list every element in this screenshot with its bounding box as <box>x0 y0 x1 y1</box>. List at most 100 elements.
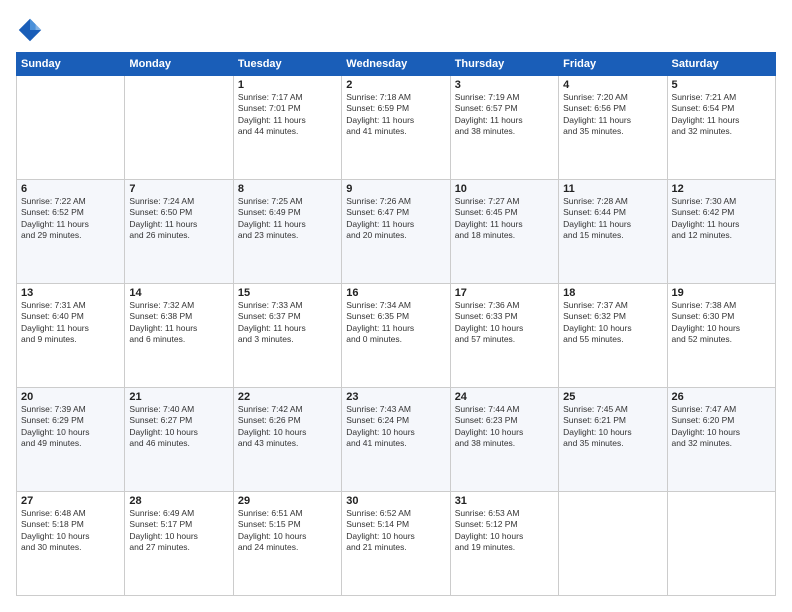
day-number: 28 <box>129 495 228 507</box>
calendar-cell: 26Sunrise: 7:47 AM Sunset: 6:20 PM Dayli… <box>667 388 775 492</box>
day-info: Sunrise: 7:28 AM Sunset: 6:44 PM Dayligh… <box>563 196 662 242</box>
week-row-4: 27Sunrise: 6:48 AM Sunset: 5:18 PM Dayli… <box>17 492 776 596</box>
day-number: 23 <box>346 391 445 403</box>
calendar-cell: 14Sunrise: 7:32 AM Sunset: 6:38 PM Dayli… <box>125 284 233 388</box>
calendar-cell: 15Sunrise: 7:33 AM Sunset: 6:37 PM Dayli… <box>233 284 341 388</box>
day-info: Sunrise: 7:43 AM Sunset: 6:24 PM Dayligh… <box>346 404 445 450</box>
calendar-cell: 20Sunrise: 7:39 AM Sunset: 6:29 PM Dayli… <box>17 388 125 492</box>
header <box>16 16 776 44</box>
day-number: 13 <box>21 287 120 299</box>
calendar-cell: 23Sunrise: 7:43 AM Sunset: 6:24 PM Dayli… <box>342 388 450 492</box>
day-info: Sunrise: 7:19 AM Sunset: 6:57 PM Dayligh… <box>455 92 554 138</box>
day-number: 26 <box>672 391 771 403</box>
day-number: 11 <box>563 183 662 195</box>
calendar-cell: 29Sunrise: 6:51 AM Sunset: 5:15 PM Dayli… <box>233 492 341 596</box>
day-info: Sunrise: 7:39 AM Sunset: 6:29 PM Dayligh… <box>21 404 120 450</box>
day-info: Sunrise: 7:25 AM Sunset: 6:49 PM Dayligh… <box>238 196 337 242</box>
day-info: Sunrise: 7:36 AM Sunset: 6:33 PM Dayligh… <box>455 300 554 346</box>
calendar-cell: 3Sunrise: 7:19 AM Sunset: 6:57 PM Daylig… <box>450 76 558 180</box>
calendar-cell: 19Sunrise: 7:38 AM Sunset: 6:30 PM Dayli… <box>667 284 775 388</box>
calendar-cell: 9Sunrise: 7:26 AM Sunset: 6:47 PM Daylig… <box>342 180 450 284</box>
week-row-3: 20Sunrise: 7:39 AM Sunset: 6:29 PM Dayli… <box>17 388 776 492</box>
day-info: Sunrise: 6:49 AM Sunset: 5:17 PM Dayligh… <box>129 508 228 554</box>
day-info: Sunrise: 7:47 AM Sunset: 6:20 PM Dayligh… <box>672 404 771 450</box>
day-number: 7 <box>129 183 228 195</box>
day-info: Sunrise: 7:40 AM Sunset: 6:27 PM Dayligh… <box>129 404 228 450</box>
weekday-header-tuesday: Tuesday <box>233 53 341 76</box>
day-info: Sunrise: 7:26 AM Sunset: 6:47 PM Dayligh… <box>346 196 445 242</box>
calendar-cell: 10Sunrise: 7:27 AM Sunset: 6:45 PM Dayli… <box>450 180 558 284</box>
day-number: 18 <box>563 287 662 299</box>
calendar-cell: 5Sunrise: 7:21 AM Sunset: 6:54 PM Daylig… <box>667 76 775 180</box>
calendar-cell: 6Sunrise: 7:22 AM Sunset: 6:52 PM Daylig… <box>17 180 125 284</box>
day-info: Sunrise: 7:17 AM Sunset: 7:01 PM Dayligh… <box>238 92 337 138</box>
week-row-2: 13Sunrise: 7:31 AM Sunset: 6:40 PM Dayli… <box>17 284 776 388</box>
week-row-0: 1Sunrise: 7:17 AM Sunset: 7:01 PM Daylig… <box>17 76 776 180</box>
day-info: Sunrise: 6:52 AM Sunset: 5:14 PM Dayligh… <box>346 508 445 554</box>
weekday-header-saturday: Saturday <box>667 53 775 76</box>
calendar-cell: 7Sunrise: 7:24 AM Sunset: 6:50 PM Daylig… <box>125 180 233 284</box>
calendar-cell: 30Sunrise: 6:52 AM Sunset: 5:14 PM Dayli… <box>342 492 450 596</box>
calendar-cell: 12Sunrise: 7:30 AM Sunset: 6:42 PM Dayli… <box>667 180 775 284</box>
calendar-cell: 18Sunrise: 7:37 AM Sunset: 6:32 PM Dayli… <box>559 284 667 388</box>
day-info: Sunrise: 7:44 AM Sunset: 6:23 PM Dayligh… <box>455 404 554 450</box>
day-number: 20 <box>21 391 120 403</box>
calendar-cell: 8Sunrise: 7:25 AM Sunset: 6:49 PM Daylig… <box>233 180 341 284</box>
calendar-cell: 11Sunrise: 7:28 AM Sunset: 6:44 PM Dayli… <box>559 180 667 284</box>
weekday-header-friday: Friday <box>559 53 667 76</box>
calendar-cell <box>17 76 125 180</box>
calendar-cell: 4Sunrise: 7:20 AM Sunset: 6:56 PM Daylig… <box>559 76 667 180</box>
day-number: 29 <box>238 495 337 507</box>
day-info: Sunrise: 7:38 AM Sunset: 6:30 PM Dayligh… <box>672 300 771 346</box>
calendar-cell <box>559 492 667 596</box>
calendar-cell <box>667 492 775 596</box>
calendar-cell: 13Sunrise: 7:31 AM Sunset: 6:40 PM Dayli… <box>17 284 125 388</box>
day-info: Sunrise: 7:30 AM Sunset: 6:42 PM Dayligh… <box>672 196 771 242</box>
day-number: 8 <box>238 183 337 195</box>
day-info: Sunrise: 7:21 AM Sunset: 6:54 PM Dayligh… <box>672 92 771 138</box>
day-number: 9 <box>346 183 445 195</box>
week-row-1: 6Sunrise: 7:22 AM Sunset: 6:52 PM Daylig… <box>17 180 776 284</box>
day-info: Sunrise: 7:34 AM Sunset: 6:35 PM Dayligh… <box>346 300 445 346</box>
day-info: Sunrise: 6:51 AM Sunset: 5:15 PM Dayligh… <box>238 508 337 554</box>
day-number: 21 <box>129 391 228 403</box>
day-number: 6 <box>21 183 120 195</box>
day-number: 12 <box>672 183 771 195</box>
weekday-header-monday: Monday <box>125 53 233 76</box>
day-number: 2 <box>346 79 445 91</box>
day-number: 25 <box>563 391 662 403</box>
day-number: 5 <box>672 79 771 91</box>
calendar-cell: 22Sunrise: 7:42 AM Sunset: 6:26 PM Dayli… <box>233 388 341 492</box>
calendar-cell: 21Sunrise: 7:40 AM Sunset: 6:27 PM Dayli… <box>125 388 233 492</box>
day-info: Sunrise: 7:32 AM Sunset: 6:38 PM Dayligh… <box>129 300 228 346</box>
day-info: Sunrise: 7:27 AM Sunset: 6:45 PM Dayligh… <box>455 196 554 242</box>
day-number: 15 <box>238 287 337 299</box>
day-number: 30 <box>346 495 445 507</box>
day-number: 16 <box>346 287 445 299</box>
calendar-cell: 16Sunrise: 7:34 AM Sunset: 6:35 PM Dayli… <box>342 284 450 388</box>
calendar-cell <box>125 76 233 180</box>
day-info: Sunrise: 6:53 AM Sunset: 5:12 PM Dayligh… <box>455 508 554 554</box>
calendar-cell: 31Sunrise: 6:53 AM Sunset: 5:12 PM Dayli… <box>450 492 558 596</box>
day-info: Sunrise: 7:45 AM Sunset: 6:21 PM Dayligh… <box>563 404 662 450</box>
logo <box>16 16 48 44</box>
day-number: 27 <box>21 495 120 507</box>
day-info: Sunrise: 7:42 AM Sunset: 6:26 PM Dayligh… <box>238 404 337 450</box>
calendar-cell: 2Sunrise: 7:18 AM Sunset: 6:59 PM Daylig… <box>342 76 450 180</box>
day-number: 1 <box>238 79 337 91</box>
calendar-cell: 28Sunrise: 6:49 AM Sunset: 5:17 PM Dayli… <box>125 492 233 596</box>
day-number: 3 <box>455 79 554 91</box>
day-number: 31 <box>455 495 554 507</box>
day-info: Sunrise: 6:48 AM Sunset: 5:18 PM Dayligh… <box>21 508 120 554</box>
day-number: 14 <box>129 287 228 299</box>
day-number: 10 <box>455 183 554 195</box>
page: SundayMondayTuesdayWednesdayThursdayFrid… <box>0 0 792 612</box>
calendar-cell: 1Sunrise: 7:17 AM Sunset: 7:01 PM Daylig… <box>233 76 341 180</box>
day-info: Sunrise: 7:18 AM Sunset: 6:59 PM Dayligh… <box>346 92 445 138</box>
weekday-header-wednesday: Wednesday <box>342 53 450 76</box>
calendar-cell: 24Sunrise: 7:44 AM Sunset: 6:23 PM Dayli… <box>450 388 558 492</box>
calendar-cell: 25Sunrise: 7:45 AM Sunset: 6:21 PM Dayli… <box>559 388 667 492</box>
day-info: Sunrise: 7:24 AM Sunset: 6:50 PM Dayligh… <box>129 196 228 242</box>
day-info: Sunrise: 7:22 AM Sunset: 6:52 PM Dayligh… <box>21 196 120 242</box>
day-info: Sunrise: 7:33 AM Sunset: 6:37 PM Dayligh… <box>238 300 337 346</box>
